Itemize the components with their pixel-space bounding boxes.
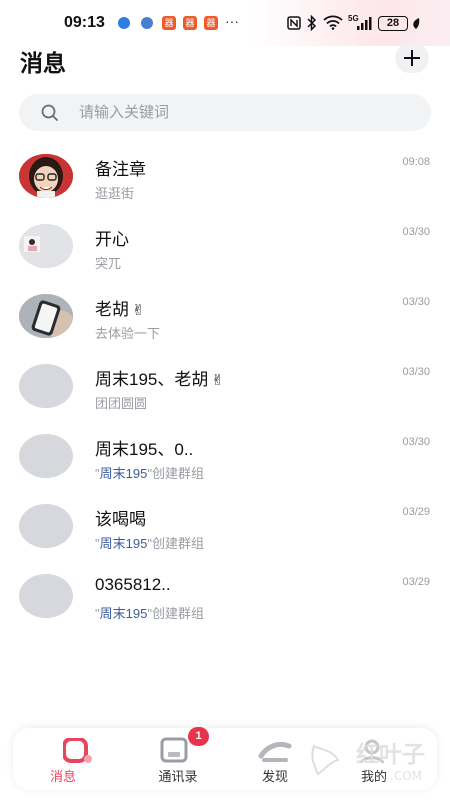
- group-creator-name: 周末195: [99, 606, 148, 621]
- conversation-item[interactable]: 该喝喝 "周末195"创建群组 03/29: [0, 490, 450, 560]
- conversation-name: 周末195、老胡 ✌: [95, 365, 224, 390]
- tab-discover[interactable]: 发现: [234, 728, 314, 790]
- conversation-time: 03/29: [402, 506, 430, 518]
- conversation-name-text: 老胡: [95, 300, 129, 319]
- preview-rest: "创建群组: [147, 466, 204, 481]
- app-notification-icon: 器: [162, 16, 176, 30]
- search-input[interactable]: [79, 94, 409, 131]
- avatar: [19, 294, 73, 338]
- conversation-preview: 团团圆圆: [95, 396, 148, 411]
- tab-label: 发现: [261, 769, 288, 784]
- conversation-preview: 逛逛街: [95, 186, 135, 201]
- group-creator-name: 周末195: [99, 536, 148, 551]
- tab-label: 消息: [49, 769, 76, 784]
- conversation-preview: 突兀: [95, 256, 122, 271]
- browser-icon: [141, 17, 153, 29]
- avatar-placeholder: [19, 434, 73, 478]
- unread-badge: 1: [188, 727, 209, 746]
- search-icon: [41, 104, 58, 121]
- group-creator-name: 周末195: [99, 466, 148, 481]
- conversation-time: 03/30: [402, 366, 430, 378]
- location-icon: [118, 17, 130, 29]
- avatar-placeholder: [19, 574, 73, 618]
- tab-label: 我的: [360, 769, 387, 784]
- add-button[interactable]: [395, 43, 429, 73]
- contacts-icon: [160, 737, 188, 763]
- conversation-item[interactable]: 老胡 ✌ 去体验一下 03/30: [0, 280, 450, 350]
- tab-contacts[interactable]: 1 通讯录: [138, 727, 218, 790]
- victory-hand-emoji: ✌: [132, 302, 145, 319]
- conversation-item[interactable]: 周末195、老胡 ✌ 团团圆圆 03/30: [0, 350, 450, 420]
- preview-rest: "创建群组: [147, 536, 204, 551]
- app-notification-icon: 器: [204, 16, 218, 30]
- conversation-item[interactable]: 备注章 逛逛街 09:08: [0, 140, 450, 210]
- conversation-time: 03/30: [402, 296, 430, 308]
- conversation-preview: 去体验一下: [95, 326, 161, 341]
- conversation-name: 开心: [95, 230, 129, 249]
- conversation-name: 该喝喝: [95, 510, 146, 529]
- cartoon-avatar-image: [19, 154, 73, 198]
- app-notification-icon: 器: [183, 16, 197, 30]
- conversation-item[interactable]: 开心 突兀 03/30: [0, 210, 450, 280]
- conversation-item[interactable]: 周末195、0.. "周末195"创建群组 03/30: [0, 420, 450, 490]
- page-title: 消息: [20, 50, 66, 76]
- conversation-name: 0365812..: [95, 575, 171, 594]
- conversation-preview: "周末195"创建群组: [95, 533, 204, 552]
- discover-icon: [258, 741, 292, 762]
- victory-hand-emoji: ✌: [211, 372, 224, 389]
- tab-profile[interactable]: 我的: [332, 728, 412, 790]
- more-notifications-icon: ···: [225, 13, 239, 29]
- conversation-name: 老胡 ✌: [95, 295, 145, 320]
- tab-label: 通讯录: [158, 769, 198, 784]
- conversation-name-text: 周末195、老胡: [95, 370, 209, 389]
- nfc-icon: [287, 16, 301, 30]
- status-time: 09:13: [64, 14, 105, 31]
- conversation-time: 03/30: [402, 226, 430, 238]
- leaf-icon: [413, 18, 420, 29]
- chat-icon: [63, 738, 92, 763]
- conversation-list: 备注章 逛逛街 09:08 开心 突兀 03/30 老胡 ✌ 去体验一下 03/…: [0, 140, 450, 630]
- avatar: [19, 154, 73, 198]
- conversation-item[interactable]: 0365812.. "周末195"创建群组 03/29: [0, 560, 450, 630]
- conversation-preview: "周末195"创建群组: [95, 603, 204, 622]
- avatar: [19, 224, 73, 268]
- status-bar: 09:13 器 器 器 ··· 5G 28: [0, 0, 450, 46]
- conversation-name: 周末195、0..: [95, 440, 194, 459]
- profile-icon: [359, 739, 385, 764]
- search-bar[interactable]: [19, 94, 431, 131]
- conversation-name: 备注章: [95, 160, 146, 179]
- battery-indicator: 28: [378, 16, 408, 31]
- conversation-preview: "周末195"创建群组: [95, 463, 204, 482]
- conversation-time: 03/29: [402, 576, 430, 588]
- photo-avatar-image: [19, 224, 73, 268]
- phone-photo-avatar-image: [19, 294, 73, 338]
- wifi-icon: [323, 15, 343, 30]
- avatar-placeholder: [19, 504, 73, 548]
- signal-icon: [357, 17, 372, 30]
- tab-messages[interactable]: 消息: [37, 728, 117, 790]
- avatar-placeholder: [19, 364, 73, 408]
- conversation-time: 09:08: [402, 156, 430, 168]
- bottom-tab-bar: 消息 1 通讯录 发现 我的: [13, 727, 437, 790]
- bluetooth-icon: [307, 15, 317, 31]
- conversation-time: 03/30: [402, 436, 430, 448]
- preview-rest: "创建群组: [147, 606, 204, 621]
